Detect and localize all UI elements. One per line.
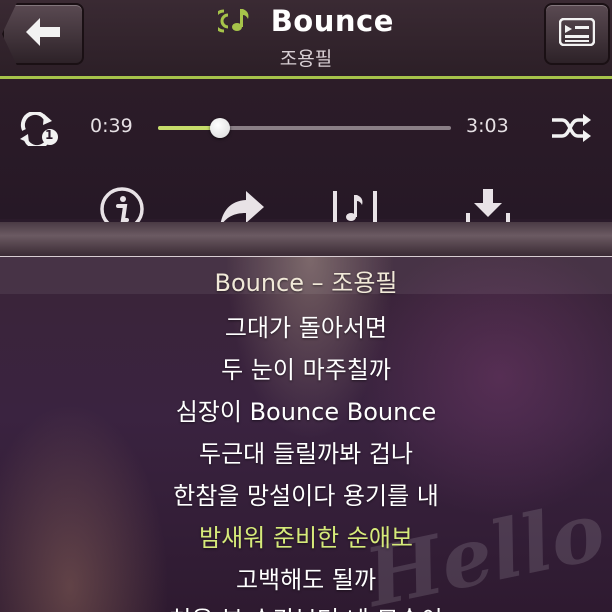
lyric-line: 두 눈이 마주칠까 <box>221 356 391 384</box>
repeat-one-icon[interactable]: 1 <box>18 110 62 150</box>
divider-band <box>0 222 612 257</box>
lyric-line: 그대가 돌아서면 <box>224 314 388 342</box>
song-title: Bounce <box>270 4 394 38</box>
total-time: 3:03 <box>466 115 509 137</box>
current-time: 0:39 <box>90 115 133 137</box>
artist-name: 조용필 <box>279 48 333 70</box>
shuffle-icon[interactable] <box>550 113 592 147</box>
lyric-line-current: 밤새워 준비한 순애보 <box>199 524 413 552</box>
seek-thumb[interactable] <box>210 118 231 138</box>
player-controls: 1 0:39 3:03 <box>0 79 612 231</box>
seek-bar[interactable] <box>158 118 451 138</box>
lyric-line: 심장이 Bounce Bounce <box>175 398 437 426</box>
song-title-row: Bounce <box>0 4 612 42</box>
repeat-badge: 1 <box>45 128 54 142</box>
lyrics-panel[interactable]: Hello Bounce – 조용필 그대가 돌아서면 두 눈이 마주칠까 심장… <box>0 257 612 612</box>
lyric-line: 처음 본 순간부터 네 모습이 <box>0 600 612 612</box>
header-bar: Bounce 조용필 <box>0 0 612 79</box>
lyric-line: 고백해도 될까 <box>235 566 377 594</box>
playlist-icon <box>558 17 596 50</box>
lyric-line-title: Bounce – 조용필 <box>214 269 398 297</box>
now-playing-list-button[interactable] <box>544 3 610 65</box>
lyric-line: 두근대 들릴까봐 겁나 <box>199 440 413 468</box>
music-note-icon <box>212 5 252 42</box>
lyric-line: 한참을 망설이다 용기를 내 <box>173 482 439 510</box>
